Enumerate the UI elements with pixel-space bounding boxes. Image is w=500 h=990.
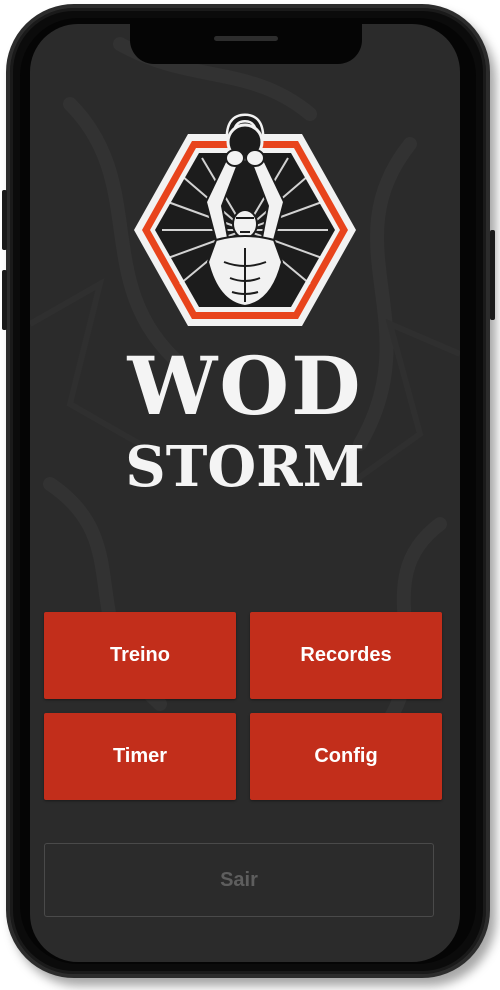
exit-button[interactable]: Sair: [44, 843, 434, 917]
brand-title-line-1: WOD: [127, 339, 363, 433]
treino-button[interactable]: Treino: [44, 612, 236, 699]
config-button[interactable]: Config: [250, 713, 442, 800]
timer-button[interactable]: Timer: [44, 713, 236, 800]
recordes-button[interactable]: Recordes: [250, 612, 442, 699]
phone-side-button: [2, 270, 7, 330]
phone-notch: [130, 24, 362, 64]
brand-title-line-2: STORM: [125, 434, 365, 500]
speaker-grille: [214, 36, 278, 41]
phone-side-button: [490, 230, 495, 320]
weightlifter-kettlebell-emblem-icon: [134, 113, 356, 326]
phone-side-button: [2, 190, 7, 250]
app-screen: WOD STORM Treino Recordes Timer Config S…: [30, 24, 460, 962]
